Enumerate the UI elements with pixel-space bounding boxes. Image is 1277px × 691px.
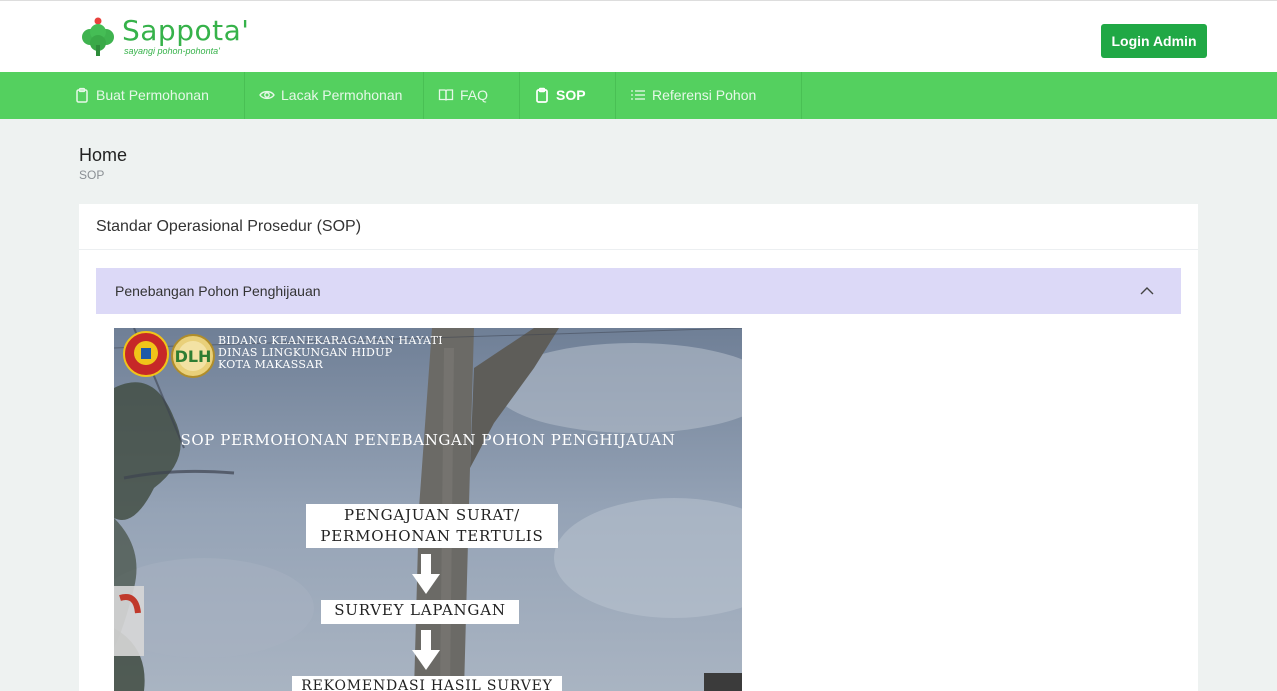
page-heading: Home SOP — [79, 144, 127, 182]
nav-item-buat-permohonan[interactable]: Buat Permohonan — [60, 72, 245, 119]
card-title: Standar Operasional Prosedur (SOP) — [79, 204, 1198, 250]
page-title: Home — [79, 145, 128, 165]
nav-label: Lacak Permohonan — [281, 87, 403, 103]
top-header: Sappota' sayangi pohon-pohonta' Login Ad… — [0, 0, 1277, 72]
login-admin-button[interactable]: Login Admin — [1101, 24, 1207, 58]
makassar-seal-icon — [123, 331, 169, 377]
tree-logo-icon — [82, 17, 114, 56]
nav-item-sop[interactable]: SOP — [520, 72, 616, 119]
book-icon — [438, 89, 454, 101]
accordion-label: Penebangan Pohon Penghijauan — [115, 283, 321, 299]
sop-infographic-image: DLH BIDANG KEANEKARAGAMAN HAYATI DINAS L… — [114, 328, 742, 691]
main-nav: Buat Permohonan Lacak Permohonan FAQ SOP… — [0, 72, 1277, 119]
sop-step-3: REKOMENDASI HASIL SURVEY — [292, 676, 562, 691]
dlh-seal-icon: DLH — [171, 334, 215, 378]
clipboard-icon — [536, 87, 548, 103]
step-line: PERMOHONAN TERTULIS — [320, 527, 544, 545]
sop-step-2: SURVEY LAPANGAN — [321, 600, 519, 624]
nav-label: Buat Permohonan — [96, 87, 209, 103]
dlh-seal-text: DLH — [175, 347, 212, 366]
accordion-header[interactable]: Penebangan Pohon Penghijauan — [96, 268, 1181, 314]
sop-image-title: SOP PERMOHONAN PENEBANGAN POHON PENGHIJA… — [180, 431, 676, 449]
sop-step-1: PENGAJUAN SURAT/ PERMOHONAN TERTULIS — [306, 504, 558, 548]
chevron-up-icon[interactable] — [1139, 284, 1155, 296]
brand-name: Sappota' — [122, 14, 250, 47]
list-icon — [631, 90, 645, 100]
down-arrow-icon — [412, 630, 440, 670]
agency-name: BIDANG KEANEKARAGAMAN HAYATI DINAS LINGK… — [218, 335, 443, 371]
nav-item-lacak-permohonan[interactable]: Lacak Permohonan — [245, 72, 424, 119]
breadcrumb: SOP — [79, 168, 105, 182]
sop-card: Standar Operasional Prosedur (SOP) Peneb… — [79, 204, 1198, 691]
down-arrow-icon — [412, 554, 440, 594]
clipboard-icon — [76, 87, 88, 103]
brand-tagline: sayangi pohon-pohonta' — [124, 46, 220, 56]
step-line: PENGAJUAN SURAT/ — [344, 506, 520, 524]
nav-label: FAQ — [460, 87, 489, 103]
brand-logo[interactable]: Sappota' sayangi pohon-pohonta' — [80, 15, 255, 61]
eye-icon — [259, 90, 275, 100]
nav-item-faq[interactable]: FAQ — [424, 72, 520, 119]
nav-item-referensi-pohon[interactable]: Referensi Pohon — [616, 72, 802, 119]
nav-label: SOP — [556, 87, 586, 103]
agency-line: KOTA MAKASSAR — [218, 358, 324, 371]
nav-label: Referensi Pohon — [652, 87, 757, 103]
